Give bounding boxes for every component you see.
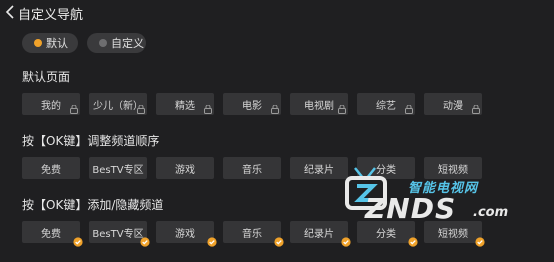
lock-icon (70, 105, 78, 114)
channel-tile-locked: 动漫 (424, 93, 482, 115)
channel-tile-toggle[interactable]: 游戏 (156, 221, 217, 247)
mode-option-label: 默认 (46, 37, 68, 50)
lock-icon (405, 105, 413, 114)
check-badge-icon (140, 237, 150, 247)
channel-tile-toggle[interactable]: 音乐 (223, 221, 284, 247)
channel-tile-reorder[interactable]: 音乐 (223, 157, 281, 179)
mode-option-default[interactable]: 默认 (22, 33, 78, 53)
page-title: 自定义导航 (18, 8, 84, 23)
section-title-add-hide: 按【OK键】添加/隐藏频道 (22, 198, 164, 212)
channel-tile-locked: 少儿（新） (89, 93, 147, 115)
channel-tile-reorder[interactable]: 游戏 (156, 157, 214, 179)
channel-tile-reorder[interactable]: BesTV专区 (89, 157, 147, 179)
watermark-brand-text: ZNDS (365, 192, 457, 225)
check-badge-icon (341, 237, 351, 247)
channel-tile-toggle[interactable]: 免费 (22, 221, 83, 247)
lock-icon (338, 105, 346, 114)
check-badge-icon (274, 237, 284, 247)
channel-tile-toggle[interactable]: BesTV专区 (89, 221, 150, 247)
check-badge-icon (408, 237, 418, 247)
lock-icon (472, 105, 480, 114)
mode-option-label: 自定义 (111, 37, 144, 50)
section-title-reorder: 按【OK键】调整频道顺序 (22, 134, 160, 148)
znds-watermark: 智能电视网 ZNDS .com (343, 162, 513, 226)
channel-tile-locked: 我的 (22, 93, 80, 115)
watermark-domain-suffix: .com (473, 205, 509, 220)
lock-icon (204, 105, 212, 114)
lock-icon (137, 105, 145, 114)
radio-dot-unselected-icon (99, 39, 107, 47)
channel-tile-locked: 电视剧 (290, 93, 348, 115)
default-pages-row: 我的 少儿（新） 精选 电影 电视剧 综艺 动漫 (22, 93, 482, 115)
check-badge-icon (207, 237, 217, 247)
channel-tile-reorder[interactable]: 纪录片 (290, 157, 348, 179)
channel-tile-locked: 电影 (223, 93, 281, 115)
lock-icon (271, 105, 279, 114)
channel-tile-locked: 综艺 (357, 93, 415, 115)
channel-tile-toggle[interactable]: 纪录片 (290, 221, 351, 247)
channel-tile-reorder[interactable]: 免费 (22, 157, 80, 179)
check-badge-icon (475, 237, 485, 247)
back-arrow-icon[interactable] (5, 5, 17, 19)
check-badge-icon (73, 237, 83, 247)
channel-tile-locked: 精选 (156, 93, 214, 115)
radio-dot-selected-icon (34, 39, 42, 47)
mode-option-custom[interactable]: 自定义 (87, 33, 146, 53)
section-title-default-pages: 默认页面 (22, 70, 71, 84)
